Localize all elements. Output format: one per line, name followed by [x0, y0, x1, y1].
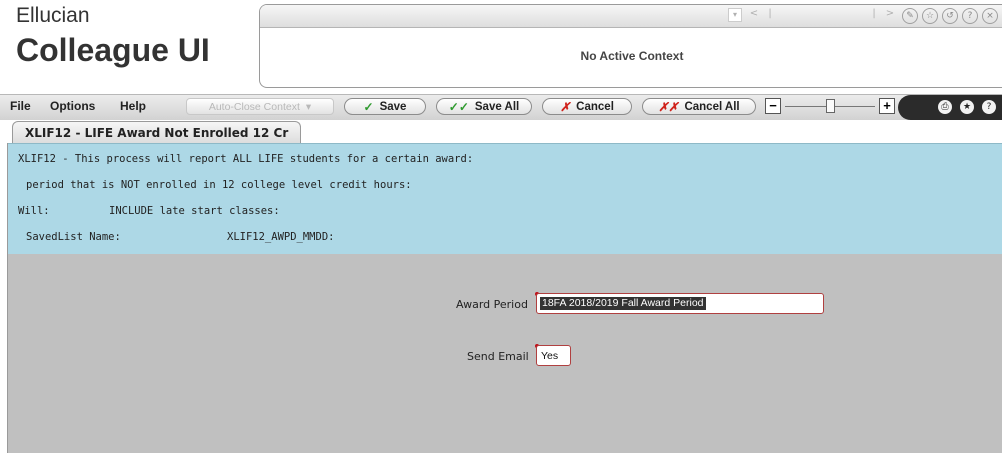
save-button[interactable]: ✓ Save: [344, 98, 426, 115]
send-email-field[interactable]: Yes: [536, 345, 571, 366]
auto-close-context-select[interactable]: Auto-Close Context ▾: [186, 98, 334, 115]
description-line-2: period that is NOT enrolled in 12 colleg…: [26, 179, 412, 191]
favorite-icon[interactable]: ★: [960, 100, 974, 114]
cancel-button[interactable]: ✗ Cancel: [542, 98, 632, 115]
help-icon[interactable]: ?: [982, 100, 996, 114]
auto-close-label: Auto-Close Context: [208, 100, 300, 113]
context-icons: ✎ ☆ ↺ ? ×: [902, 8, 998, 24]
award-period-label: Award Period: [456, 298, 528, 311]
award-period-value: 18FA 2018/2019 Fall Award Period: [540, 297, 706, 310]
process-description: XLIF12 - This process will report ALL LI…: [8, 143, 1002, 255]
save-label: Save: [379, 100, 407, 113]
form-body: Award Period 18FA 2018/2019 Fall Award P…: [8, 254, 1002, 453]
send-email-value: Yes: [541, 350, 559, 362]
save-all-label: Save All: [474, 100, 520, 113]
history-icon[interactable]: ↺: [942, 8, 958, 24]
zoom-slider-thumb[interactable]: [825, 99, 835, 113]
nav-divider: |: [872, 8, 876, 19]
x-icon: ✗: [560, 99, 571, 114]
menu-file[interactable]: File: [10, 99, 31, 113]
tab-xlif12[interactable]: XLIF12 - LIFE Award Not Enrolled 12 Cr: [12, 121, 302, 144]
next-record-icon[interactable]: >: [882, 8, 898, 22]
chevron-down-icon: ▾: [305, 100, 312, 113]
product-name: Colleague UI: [16, 32, 210, 68]
context-toolbar: ▾ < | | > ✎ ☆ ↺ ? ×: [260, 5, 1002, 28]
context-nav: ▾ < | | >: [728, 8, 898, 22]
checkmark-icon: ✓: [363, 99, 374, 114]
menu-help[interactable]: Help: [120, 99, 146, 113]
close-icon[interactable]: ×: [982, 8, 998, 24]
form-tab-strip: XLIF12 - LIFE Award Not Enrolled 12 Cr: [0, 120, 1002, 144]
cancel-all-label: Cancel All: [684, 100, 740, 113]
cancel-label: Cancel: [576, 100, 614, 113]
toolbar-right-cap: ⎙ ★ ?: [898, 95, 1002, 120]
brand-logo: Ellucian Colleague UI: [16, 2, 256, 88]
award-period-field[interactable]: 18FA 2018/2019 Fall Award Period: [536, 293, 824, 314]
double-x-icon: ✗✗: [658, 99, 679, 114]
savedlist-value: XLIF12_AWPD_MMDD:: [227, 231, 335, 243]
save-all-button[interactable]: ✓✓ Save All: [436, 98, 532, 115]
context-panel: ▾ < | | > ✎ ☆ ↺ ? × No Active Context: [259, 4, 1002, 88]
will-label: Will:: [18, 205, 50, 217]
nav-divider: |: [768, 8, 772, 19]
description-line-1: XLIF12 - This process will report ALL LI…: [18, 153, 474, 165]
zoom-in-button[interactable]: +: [879, 98, 895, 114]
context-dropdown-icon[interactable]: ▾: [728, 8, 742, 22]
brand-name: Ellucian: [16, 4, 90, 27]
main-toolbar: File Options Help Auto-Close Context ▾ ✓…: [0, 94, 1002, 121]
context-status: No Active Context: [580, 49, 684, 63]
favorite-icon[interactable]: ☆: [922, 8, 938, 24]
savedlist-label: SavedList Name:: [26, 231, 121, 243]
cancel-all-button[interactable]: ✗✗ Cancel All: [642, 98, 756, 115]
menu-options[interactable]: Options: [50, 99, 95, 113]
record-position: [778, 8, 866, 22]
double-checkmark-icon: ✓✓: [448, 99, 469, 114]
edit-icon[interactable]: ✎: [902, 8, 918, 24]
help-icon[interactable]: ?: [962, 8, 978, 24]
print-icon[interactable]: ⎙: [938, 100, 952, 114]
zoom-out-button[interactable]: −: [765, 98, 781, 114]
prev-record-icon[interactable]: <: [746, 8, 762, 22]
zoom-control: − +: [765, 98, 895, 115]
will-value: INCLUDE late start classes:: [109, 205, 280, 217]
send-email-label: Send Email: [467, 350, 529, 363]
